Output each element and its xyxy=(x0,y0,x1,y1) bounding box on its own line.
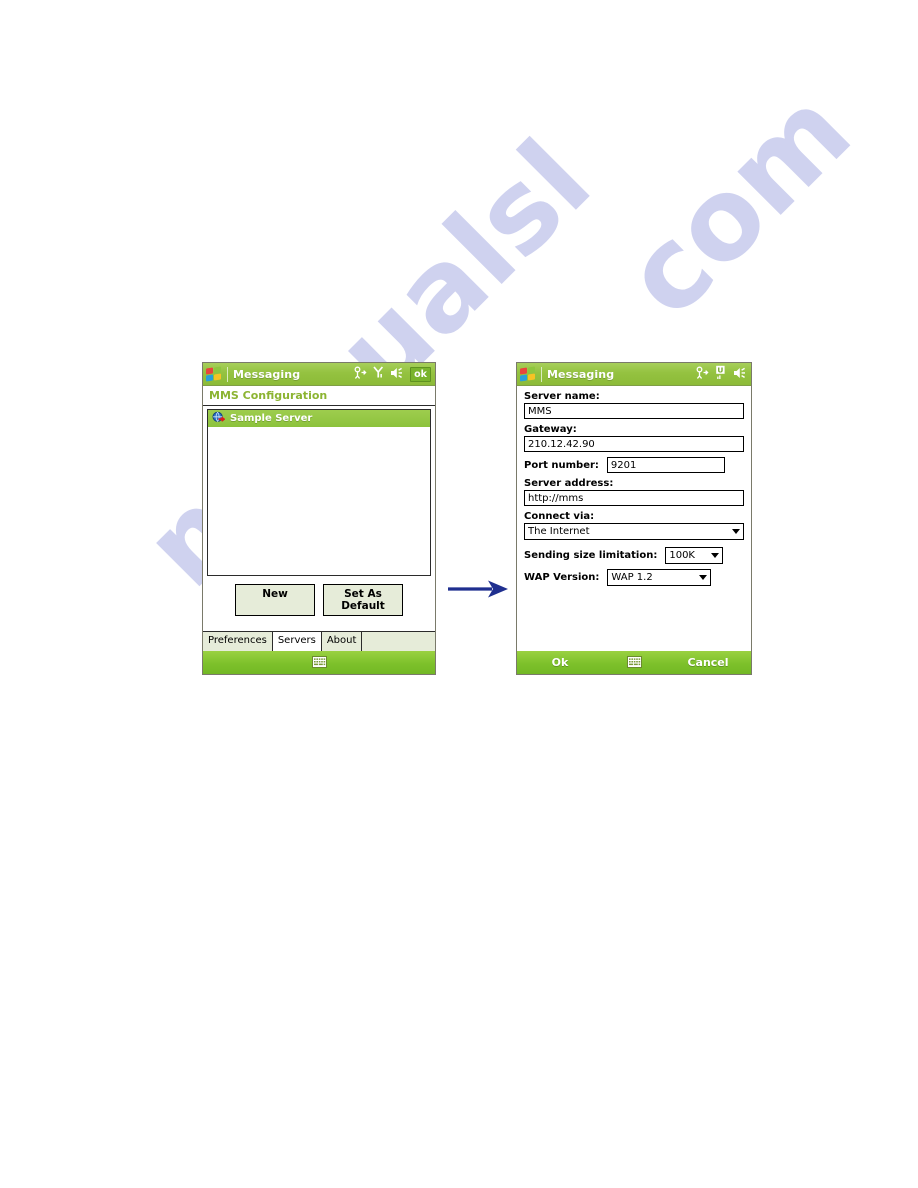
volume-icon[interactable] xyxy=(390,365,404,384)
cancel-command[interactable]: Cancel xyxy=(665,656,751,669)
connectivity-icon[interactable] xyxy=(353,365,367,384)
soft-keyboard-icon[interactable] xyxy=(626,653,642,672)
list-item-label: Sample Server xyxy=(230,413,313,424)
wap-version-row: WAP Version: WAP 1.2 xyxy=(524,569,744,586)
mms-server-form: Server name: MMS Gateway: 210.12.42.90 P… xyxy=(517,386,751,586)
right-titlebar-icons: U xyxy=(695,365,747,384)
signal-icon[interactable] xyxy=(373,365,384,384)
tab-about[interactable]: About xyxy=(321,632,363,651)
gateway-label: Gateway: xyxy=(524,424,577,435)
action-button-row: New Set As Default xyxy=(203,584,435,616)
port-number-row: Port number: 9201 xyxy=(524,457,744,473)
tab-servers[interactable]: Servers xyxy=(272,632,322,651)
port-number-input[interactable]: 9201 xyxy=(606,457,725,473)
titlebar-divider xyxy=(541,366,542,382)
volume-icon[interactable] xyxy=(733,365,747,384)
windows-logo-icon xyxy=(520,365,537,382)
wap-version-label: WAP Version: xyxy=(524,572,600,583)
screenshot-mms-configuration: Messaging ok MMS Configuration Sample Se… xyxy=(202,362,436,675)
sending-size-row: Sending size limitation: 100K xyxy=(524,547,744,564)
svg-text:U: U xyxy=(717,365,723,374)
server-address-label: Server address: xyxy=(524,478,614,489)
sending-size-label: Sending size limitation: xyxy=(524,550,658,561)
right-soft-bar: Ok Cancel xyxy=(517,651,751,674)
left-page-title-text: MMS Configuration xyxy=(209,389,328,402)
connect-via-label: Connect via: xyxy=(524,511,595,522)
port-number-label: Port number: xyxy=(524,459,599,471)
tab-strip-filler xyxy=(362,632,435,651)
titlebar-divider xyxy=(227,366,228,382)
left-titlebar-icons: ok xyxy=(353,365,431,384)
left-app-title: Messaging xyxy=(233,367,301,381)
server-list[interactable]: Sample Server xyxy=(207,409,431,576)
connectivity-icon[interactable] xyxy=(695,365,709,384)
right-app-title: Messaging xyxy=(547,367,615,381)
windows-logo-icon xyxy=(206,365,223,382)
connect-via-select[interactable]: The Internet xyxy=(524,523,744,540)
screenshot-mms-server-edit: Messaging U Server name: MMS Gateway: 21… xyxy=(516,362,752,675)
list-item[interactable]: Sample Server xyxy=(208,410,430,427)
sending-size-value: 100K xyxy=(669,550,695,561)
watermark-text-right: com xyxy=(600,66,876,342)
chevron-down-icon xyxy=(732,529,740,534)
flow-arrow xyxy=(448,580,508,598)
globe-arrow-icon xyxy=(212,411,226,427)
soft-keyboard-icon[interactable] xyxy=(311,653,327,672)
set-as-default-button[interactable]: Set As Default xyxy=(323,584,403,616)
umts-signal-icon[interactable]: U xyxy=(715,365,727,384)
chevron-down-icon xyxy=(711,553,720,558)
gateway-input[interactable]: 210.12.42.90 xyxy=(524,436,744,452)
ok-command[interactable]: Ok xyxy=(517,656,603,669)
server-name-input[interactable]: MMS xyxy=(524,403,744,419)
sending-size-select[interactable]: 100K xyxy=(665,547,724,564)
server-address-input[interactable]: http://mms xyxy=(524,490,744,506)
right-titlebar: Messaging U xyxy=(517,363,751,386)
tab-preferences[interactable]: Preferences xyxy=(203,632,273,651)
new-button[interactable]: New xyxy=(235,584,315,616)
tab-strip: Preferences Servers About xyxy=(203,631,435,651)
ok-button[interactable]: ok xyxy=(410,366,431,382)
connect-via-value: The Internet xyxy=(528,526,590,537)
wap-version-select[interactable]: WAP 1.2 xyxy=(607,569,712,586)
server-name-label: Server name: xyxy=(524,391,600,402)
left-soft-bar xyxy=(203,651,435,674)
wap-version-value: WAP 1.2 xyxy=(611,572,653,583)
chevron-down-icon xyxy=(699,575,708,580)
left-titlebar: Messaging ok xyxy=(203,363,435,386)
left-page-title: MMS Configuration xyxy=(203,386,435,406)
